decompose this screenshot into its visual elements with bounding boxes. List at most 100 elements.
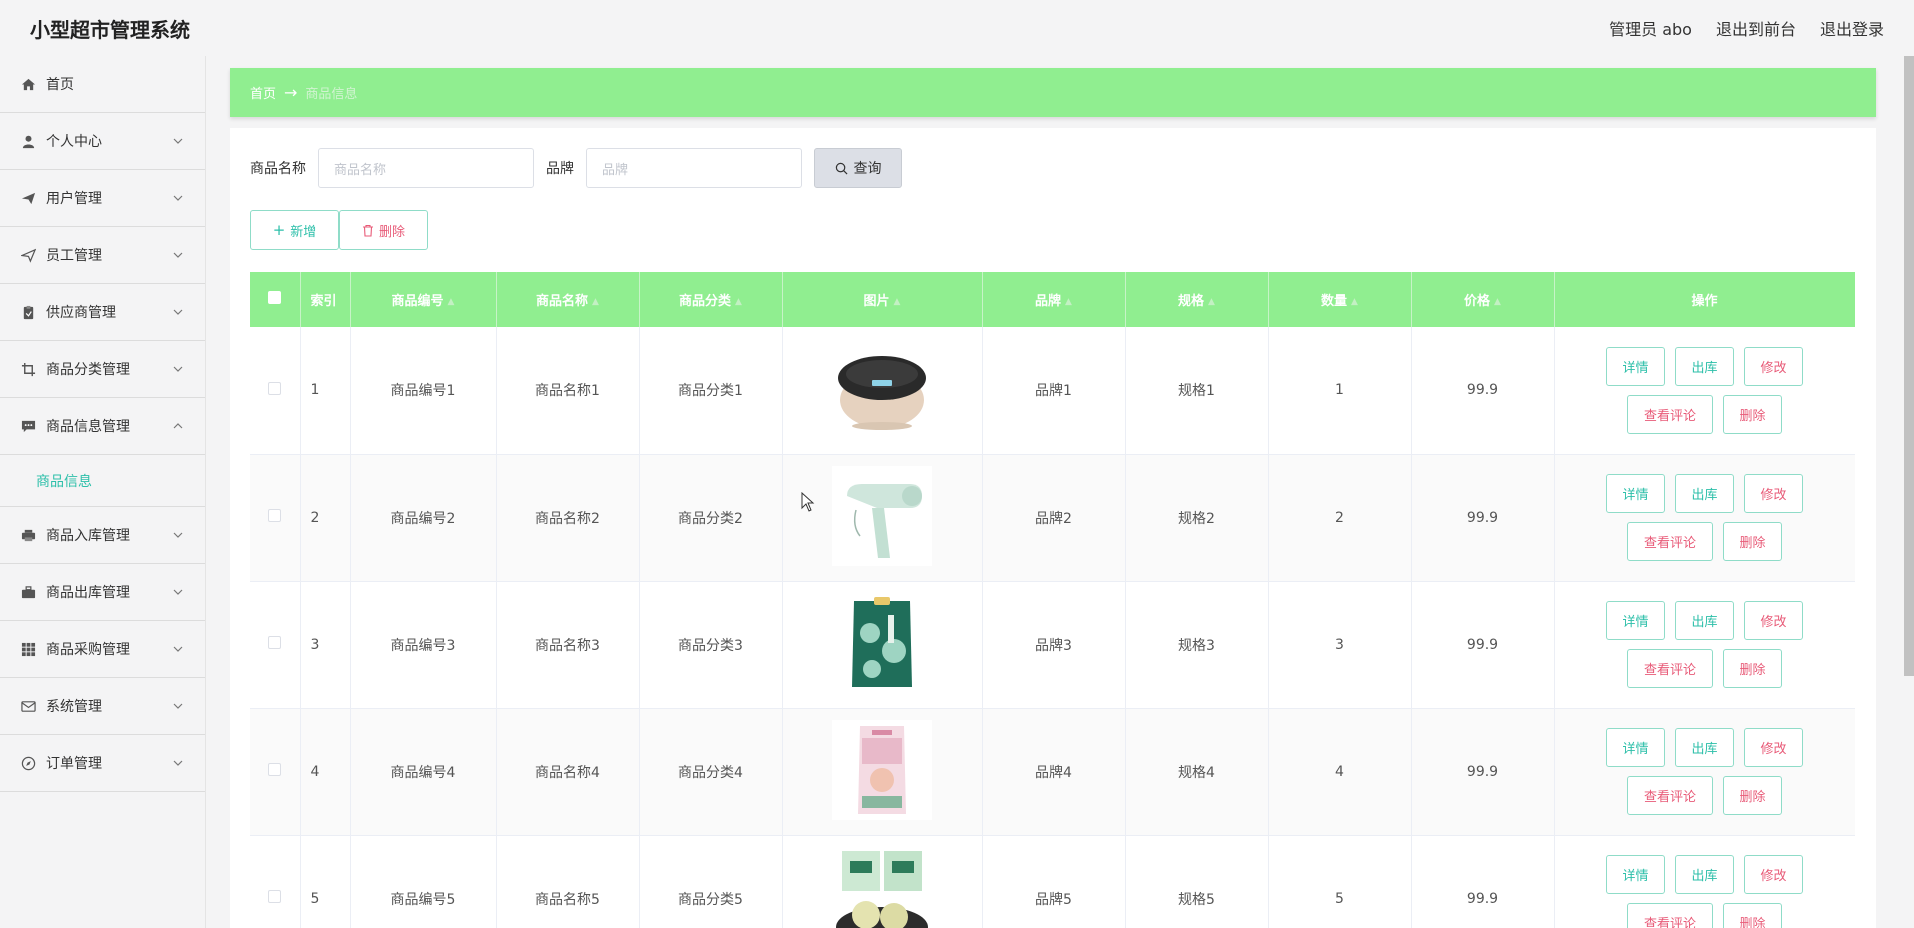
detail-button[interactable]: 详情	[1606, 474, 1665, 513]
header-product-code[interactable]: 商品编号 ▲	[350, 272, 497, 327]
product-name-input[interactable]: 商品名称	[318, 148, 534, 188]
view-reviews-button[interactable]: 查看评论	[1627, 903, 1713, 928]
chevron-up-icon	[173, 423, 183, 429]
chevron-down-icon	[173, 760, 183, 766]
edit-button[interactable]: 修改	[1744, 855, 1803, 894]
rice-cooker-image	[838, 356, 926, 431]
row-delete-button[interactable]: 删除	[1723, 776, 1782, 815]
sidebar-item-staff-management[interactable]: 员工管理	[0, 227, 205, 284]
view-reviews-button[interactable]: 查看评论	[1627, 649, 1713, 688]
top-header: 小型超市管理系统 管理员 abo 退出到前台 退出登录	[0, 0, 1914, 56]
stock-out-button[interactable]: 出库	[1675, 855, 1734, 894]
cell-brand: 品牌1	[982, 327, 1126, 455]
row-checkbox[interactable]	[268, 890, 282, 903]
stock-out-button[interactable]: 出库	[1675, 474, 1734, 513]
row-delete-button[interactable]: 删除	[1723, 649, 1782, 688]
header-image[interactable]: 图片 ▲	[782, 272, 983, 327]
sidebar-item-purchase-management[interactable]: 商品采购管理	[0, 621, 205, 678]
app-title: 小型超市管理系统	[30, 17, 190, 42]
cell-image	[782, 327, 983, 455]
row-checkbox[interactable]	[268, 636, 282, 649]
delete-button[interactable]: 删除	[339, 210, 428, 250]
cell-category: 商品分类1	[639, 327, 783, 455]
clipboard-icon	[20, 304, 36, 320]
row-delete-button[interactable]: 删除	[1723, 522, 1782, 561]
content-panel: 商品名称 商品名称 品牌 品牌 查询 + 新增 删除 索引 商品编号 ▲ 商品名…	[230, 128, 1876, 928]
cell-spec: 规格1	[1125, 327, 1269, 455]
user-icon	[20, 133, 36, 149]
header-spec[interactable]: 规格 ▲	[1125, 272, 1269, 327]
page-scrollbar[interactable]	[1904, 56, 1914, 676]
sort-icon[interactable]: ▲	[735, 297, 742, 307]
sort-icon[interactable]: ▲	[894, 297, 901, 307]
sidebar-subitem-product-info[interactable]: 商品信息	[0, 455, 205, 507]
scrollbar-thumb[interactable]	[1904, 56, 1914, 676]
exit-to-front-link[interactable]: 退出到前台	[1716, 16, 1796, 40]
add-button[interactable]: + 新增	[250, 210, 339, 250]
row-delete-button[interactable]: 删除	[1723, 903, 1782, 928]
row-delete-button[interactable]: 删除	[1723, 394, 1782, 434]
sort-icon[interactable]: ▲	[448, 297, 455, 307]
sort-icon[interactable]: ▲	[1494, 297, 1501, 307]
edit-button[interactable]: 修改	[1744, 601, 1803, 640]
header-price[interactable]: 价格 ▲	[1411, 272, 1555, 327]
cell-actions: 详情 出库 修改 查看评论 删除	[1554, 581, 1855, 709]
plus-icon: +	[272, 221, 286, 239]
header-product-name[interactable]: 商品名称 ▲	[496, 272, 640, 327]
row-checkbox[interactable]	[268, 763, 282, 776]
sort-icon[interactable]: ▲	[1351, 297, 1358, 307]
search-form: 商品名称 商品名称 品牌 品牌 查询	[250, 148, 902, 188]
chevron-down-icon	[173, 532, 183, 538]
chat-icon	[20, 418, 36, 434]
edit-button[interactable]: 修改	[1744, 346, 1803, 386]
cell-name: 商品名称1	[496, 327, 640, 455]
edit-button[interactable]: 修改	[1744, 728, 1803, 767]
sidebar-item-supplier-management[interactable]: 供应商管理	[0, 284, 205, 341]
stock-out-button[interactable]: 出库	[1675, 728, 1734, 767]
sidebar-item-stock-out-management[interactable]: 商品出库管理	[0, 564, 205, 621]
search-button[interactable]: 查询	[814, 148, 902, 188]
stock-out-button[interactable]: 出库	[1675, 601, 1734, 640]
row-checkbox[interactable]	[268, 509, 282, 522]
stock-out-button[interactable]: 出库	[1675, 346, 1734, 386]
logout-link[interactable]: 退出登录	[1820, 16, 1884, 40]
detail-button[interactable]: 详情	[1606, 601, 1665, 640]
sidebar-item-stock-in-management[interactable]: 商品入库管理	[0, 507, 205, 564]
printer-icon	[20, 527, 36, 543]
header-product-category[interactable]: 商品分类 ▲	[639, 272, 783, 327]
sidebar-item-system-management[interactable]: 系统管理	[0, 678, 205, 735]
cell-brand: 品牌5	[982, 835, 1126, 928]
row-checkbox[interactable]	[268, 381, 282, 395]
cell-index: 4	[300, 708, 351, 836]
header-index: 索引	[300, 272, 351, 327]
detail-button[interactable]: 详情	[1606, 346, 1665, 386]
sidebar-item-order-management[interactable]: 订单管理	[0, 735, 205, 792]
view-reviews-button[interactable]: 查看评论	[1627, 522, 1713, 561]
breadcrumb-home[interactable]: 首页	[250, 83, 276, 102]
cell-image	[782, 708, 983, 836]
view-reviews-button[interactable]: 查看评论	[1627, 394, 1713, 434]
chevron-down-icon	[173, 252, 183, 258]
cell-quantity: 3	[1268, 581, 1412, 709]
sort-icon[interactable]: ▲	[592, 297, 599, 307]
edit-button[interactable]: 修改	[1744, 474, 1803, 513]
select-all-checkbox[interactable]	[268, 291, 282, 304]
sort-icon[interactable]: ▲	[1065, 297, 1072, 307]
sidebar-item-product-info-management[interactable]: 商品信息管理	[0, 398, 205, 455]
cell-index: 1	[300, 327, 351, 455]
header-quantity[interactable]: 数量 ▲	[1268, 272, 1412, 327]
table-row: 1 商品编号1 商品名称1 商品分类1 品牌1 规格1 1 99.9 详情 出库…	[250, 327, 1855, 455]
detail-button[interactable]: 详情	[1606, 855, 1665, 894]
view-reviews-button[interactable]: 查看评论	[1627, 776, 1713, 815]
select-all-cell[interactable]	[250, 272, 301, 327]
sidebar-item-category-management[interactable]: 商品分类管理	[0, 341, 205, 398]
header-brand[interactable]: 品牌 ▲	[982, 272, 1126, 327]
brand-input[interactable]: 品牌	[586, 148, 802, 188]
sidebar-item-personal-center[interactable]: 个人中心	[0, 113, 205, 170]
cell-spec: 规格5	[1125, 835, 1269, 928]
sidebar-item-home[interactable]: 首页	[0, 56, 205, 113]
header-actions: 操作	[1554, 272, 1855, 327]
detail-button[interactable]: 详情	[1606, 728, 1665, 767]
sort-icon[interactable]: ▲	[1208, 297, 1215, 307]
sidebar-item-user-management[interactable]: 用户管理	[0, 170, 205, 227]
